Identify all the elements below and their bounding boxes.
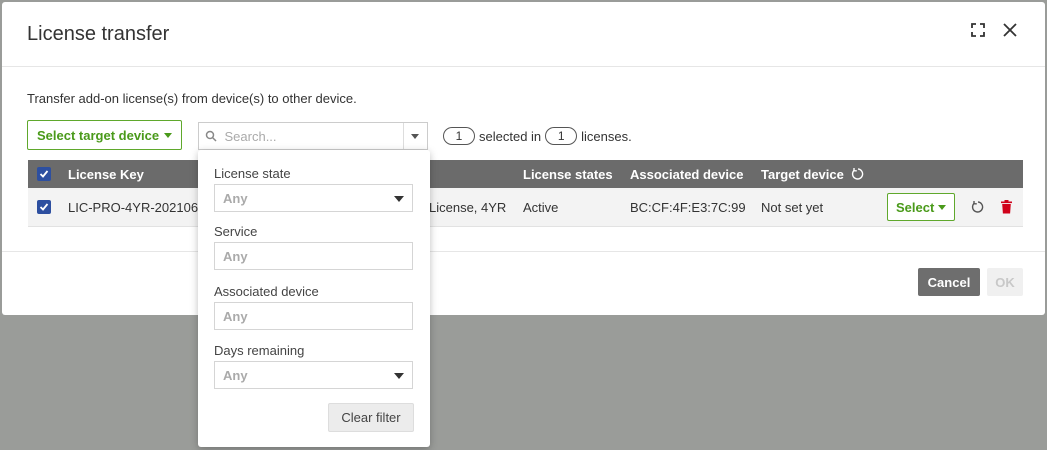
selected-in-text: selected in — [479, 128, 542, 144]
caret-down-icon — [938, 204, 947, 210]
trash-icon[interactable] — [1000, 188, 1013, 226]
service-placeholder: Any — [223, 248, 248, 264]
license-transfer-modal: License transfer Transfer add-on license… — [2, 2, 1045, 315]
modal-title: License transfer — [27, 23, 170, 45]
column-license-key[interactable]: License Key — [68, 160, 144, 188]
modal-description: Transfer add-on license(s) from device(s… — [27, 91, 357, 106]
license-table: License Key License states Associated de… — [28, 160, 1023, 227]
row-select-wrapper: Select — [887, 188, 956, 226]
header-actions — [968, 20, 1020, 40]
table-row: LIC-PRO-4YR-202106 License, 4YR Active B… — [28, 188, 1023, 227]
licenses-text: licenses. — [581, 128, 632, 144]
checkbox-checked — [37, 167, 51, 181]
days-remaining-select[interactable]: Any — [214, 361, 413, 389]
search-box — [198, 122, 428, 150]
footer-divider — [2, 251, 1045, 252]
clear-filter-button[interactable]: Clear filter — [328, 403, 414, 432]
license-name-cell: License, 4YR — [429, 199, 507, 215]
target-device-cell: Not set yet — [761, 199, 824, 215]
license-state-select[interactable]: Any — [214, 184, 413, 212]
reset-all-icon[interactable] — [851, 167, 865, 181]
select-target-device-label: Select target device — [37, 127, 160, 143]
search-filter-panel: License state Any Service Any Associated… — [198, 150, 430, 447]
caret-down-icon — [164, 132, 173, 138]
total-count-badge: 1 — [545, 127, 578, 145]
row-reset-icon[interactable] — [971, 188, 985, 226]
caret-down-icon — [394, 196, 404, 202]
selected-count-badge: 1 — [443, 127, 475, 145]
search-input[interactable] — [222, 123, 403, 149]
column-associated-device[interactable]: Associated device — [630, 160, 743, 188]
associated-device-cell: BC:CF:4F:E3:7C:99 — [630, 199, 746, 215]
license-key-cell: LIC-PRO-4YR-202106 — [68, 199, 199, 215]
table-header: License Key License states Associated de… — [28, 160, 1023, 188]
maximize-icon[interactable] — [968, 20, 988, 40]
associated-device-input[interactable]: Any — [214, 302, 413, 330]
column-target-device-label: Target device — [761, 166, 844, 182]
license-state-value: Any — [223, 190, 248, 206]
search-filter-dropdown-toggle[interactable] — [402, 123, 428, 149]
close-icon[interactable] — [1000, 20, 1020, 40]
associated-device-placeholder: Any — [223, 308, 248, 324]
cancel-button[interactable]: Cancel — [918, 268, 980, 296]
column-license-states[interactable]: License states — [523, 160, 613, 188]
row-select-label: Select — [896, 199, 935, 215]
search-icon — [199, 130, 223, 142]
license-state-cell: Active — [523, 199, 559, 215]
days-remaining-label: Days remaining — [214, 343, 305, 358]
row-select-target-button[interactable]: Select — [887, 193, 956, 221]
select-all-checkbox[interactable] — [37, 160, 51, 188]
caret-down-icon — [394, 373, 404, 379]
select-target-device-button[interactable]: Select target device — [27, 120, 183, 150]
selection-summary: 1 selected in 1 licenses. — [443, 127, 632, 145]
caret-down-icon — [411, 133, 420, 139]
ok-button[interactable]: OK — [987, 268, 1023, 296]
service-label: Service — [214, 224, 258, 239]
service-input[interactable]: Any — [214, 242, 413, 270]
checkbox-checked — [37, 200, 51, 214]
license-state-label: License state — [214, 166, 291, 181]
row-checkbox[interactable] — [37, 188, 51, 226]
column-target-device[interactable]: Target device — [761, 160, 865, 188]
modal-header: License transfer — [2, 2, 1045, 67]
days-remaining-value: Any — [223, 367, 248, 383]
associated-device-label: Associated device — [214, 284, 319, 299]
